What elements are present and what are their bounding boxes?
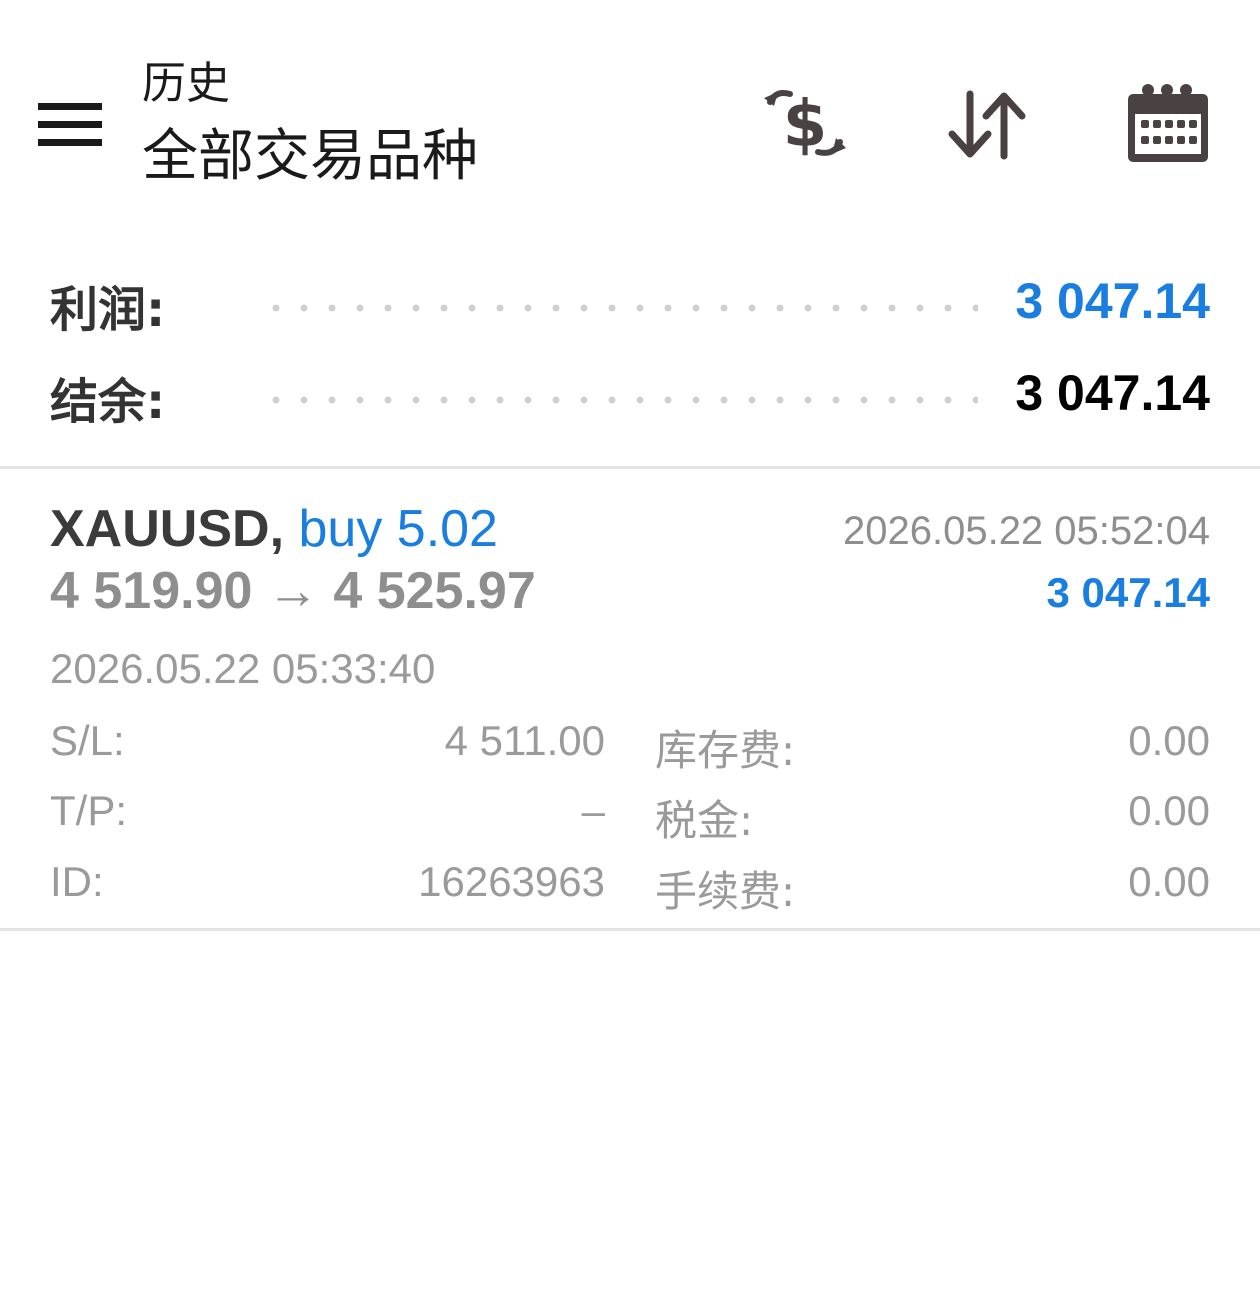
commission-label: 手续费: <box>655 867 796 916</box>
close-time: 2026.05.22 05:52:04 <box>842 509 1210 553</box>
hamburger-menu-icon[interactable] <box>38 103 102 147</box>
commission-value: 0.00 <box>1128 858 1210 905</box>
summary-panel: 利润: 3 047.14 结余: 3 047.14 <box>0 262 1260 446</box>
sl-label: S/L: <box>50 717 125 764</box>
trade-profit: 3 047.14 <box>1046 569 1211 616</box>
detail-row: T/P: – 税金: 0.00 <box>0 787 1260 847</box>
symbol-filter-title[interactable]: 全部交易品种 <box>142 124 478 190</box>
id-value: 16263963 <box>418 858 605 905</box>
open-price: 4 519.90 <box>50 562 253 620</box>
trade-type: buy 5.02 <box>298 500 498 558</box>
calendar-icon[interactable] <box>1122 80 1212 170</box>
tp-label: T/P: <box>50 787 128 834</box>
dotted-leader <box>262 396 978 404</box>
profit-row: 利润: 3 047.14 <box>0 262 1260 354</box>
tax-value: 0.00 <box>1128 787 1210 834</box>
id-label: ID: <box>50 858 104 905</box>
trade-symbol: XAUUSD, <box>50 500 285 558</box>
sl-value: 4 511.00 <box>444 717 605 764</box>
arrow-icon: → <box>266 562 319 620</box>
detail-row: S/L: 4 511.00 库存费: 0.00 <box>0 717 1260 777</box>
trade-row[interactable]: XAUUSD, buy 5.02 2026.05.22 05:52:04 4 5… <box>0 469 1260 928</box>
balance-row: 结余: 3 047.14 <box>0 354 1260 446</box>
dotted-leader <box>262 304 978 312</box>
currency-exchange-icon[interactable]: $ <box>760 80 850 170</box>
tp-value: – <box>581 787 605 834</box>
toolbar: 历史 全部交易品种 $ <box>0 0 1260 230</box>
open-time: 2026.05.22 05:33:40 <box>50 645 436 692</box>
swap-value: 0.00 <box>1128 717 1210 764</box>
profit-label: 利润: <box>50 282 166 338</box>
balance-label: 结余: <box>50 374 166 430</box>
close-price: 4 525.97 <box>333 562 536 620</box>
divider <box>0 928 1260 931</box>
trade-prices: 4 519.90 → 4 525.97 <box>50 561 536 621</box>
sort-icon[interactable] <box>942 80 1032 170</box>
trade-header: XAUUSD, buy 5.02 <box>50 499 498 559</box>
page-title: 历史 <box>142 58 230 109</box>
title-block: 历史 全部交易品种 <box>142 58 478 190</box>
tax-label: 税金: <box>655 796 754 845</box>
balance-value: 3 047.14 <box>1015 365 1210 421</box>
detail-row: ID: 16263963 手续费: 0.00 <box>0 858 1260 918</box>
swap-label: 库存费: <box>655 726 796 775</box>
profit-value: 3 047.14 <box>1015 273 1210 329</box>
